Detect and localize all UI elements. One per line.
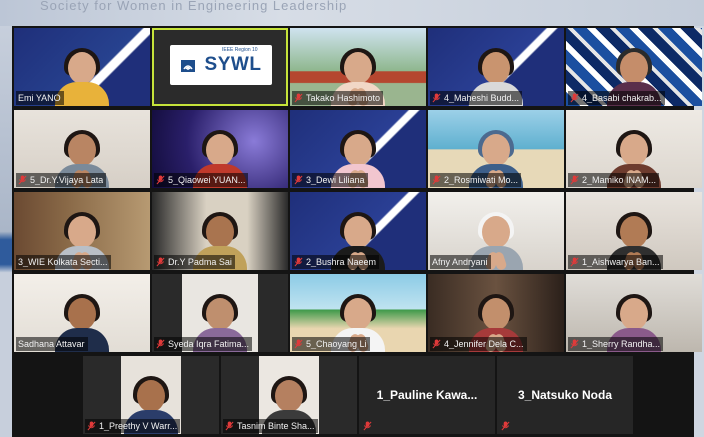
video-tile[interactable]: 2_Rosmiwati Mo... [428, 110, 564, 188]
participant-label: 4_Jennifer Dela C... [430, 337, 527, 351]
muted-mic-icon [432, 339, 441, 349]
participant-name: Dr.Y Padma Sai [168, 257, 232, 267]
participant-name: 4_Jennifer Dela C... [444, 339, 524, 349]
participant-label: 4_Basabi chakrab... [568, 91, 665, 105]
video-tile[interactable]: Sadhana Attavar [14, 274, 150, 352]
muted-mic-icon [156, 339, 165, 349]
video-tile[interactable]: 4_Basabi chakrab... [566, 28, 702, 106]
video-tile[interactable]: Takako Hashimoto [290, 28, 426, 106]
participant-label [361, 419, 378, 433]
participant-name: Afny Andryani [432, 257, 488, 267]
participant-name-placeholder: 1_Pauline Kawa... [376, 388, 478, 402]
participant-name: 5_Dr.Y.Vijaya Lata [30, 175, 104, 185]
participant-name: 2_Bushra Naeem [306, 257, 377, 267]
video-tile[interactable]: 1_Preethy V Warr... [83, 356, 219, 434]
participant-label: Sadhana Attavar [16, 337, 88, 351]
participant-label: 3_Dewi Liliana [292, 173, 368, 187]
video-tile[interactable]: 3_Dewi Liliana [290, 110, 426, 188]
muted-mic-icon [156, 257, 165, 267]
video-tile[interactable]: 5_Dr.Y.Vijaya Lata [14, 110, 150, 188]
participant-name: 4_Maheshi Budd... [444, 93, 520, 103]
video-tile[interactable]: Emi YANO [14, 28, 150, 106]
sywl-logo: IEEE Region 10 SYWL [170, 45, 272, 85]
muted-mic-icon [432, 175, 441, 185]
muted-mic-icon [225, 421, 234, 431]
participant-name: Sadhana Attavar [18, 339, 85, 349]
participant-label: 5_Chaoyang Li [292, 337, 370, 351]
muted-mic-icon [501, 421, 510, 431]
participant-label: 1_Aishwarya Ban... [568, 255, 663, 269]
video-tile[interactable]: 1_Sherry Randha... [566, 274, 702, 352]
participant-label: 2_Mamiko INAM... [568, 173, 660, 187]
muted-mic-icon [432, 93, 441, 103]
muted-mic-icon [87, 421, 96, 431]
participant-name: 1_Preethy V Warr... [99, 421, 178, 431]
participant-label: 1_Sherry Randha... [568, 337, 664, 351]
video-tile-active-speaker[interactable]: IEEE Region 10 SYWL [152, 28, 288, 106]
participant-name: 3_WIE Kolkata Secti... [18, 257, 108, 267]
participant-label: Takako Hashimoto [292, 91, 384, 105]
participant-name: Syeda Iqra Fatima... [168, 339, 250, 349]
participant-name: 3_Dewi Liliana [306, 175, 365, 185]
muted-mic-icon [18, 175, 27, 185]
participant-label: 5_Qiaowei YUAN... [154, 173, 249, 187]
muted-mic-icon [294, 93, 303, 103]
video-tile[interactable]: 4_Jennifer Dela C... [428, 274, 564, 352]
muted-mic-icon [294, 175, 303, 185]
participant-label: Dr.Y Padma Sai [154, 255, 235, 269]
participant-name-placeholder: 3_Natsuko Noda [517, 388, 613, 402]
video-gallery: Emi YANO IEEE Region 10 SYWL Takako Hash… [12, 26, 702, 437]
video-tile[interactable]: 1_Aishwarya Ban... [566, 192, 702, 270]
muted-mic-icon [294, 339, 303, 349]
participant-name: 1_Sherry Randha... [582, 339, 661, 349]
wifi-logo-icon [180, 60, 195, 72]
background-banner-text: Society for Women in Engineering Leaders… [40, 0, 348, 13]
sywl-logo-subtext: IEEE Region 10 [222, 47, 258, 53]
video-tile[interactable]: Tasnim Binte Sha... [221, 356, 357, 434]
video-tile-camera-off[interactable]: 1_Pauline Kawa... [359, 356, 495, 434]
muted-mic-icon [570, 175, 579, 185]
participant-label: 3_WIE Kolkata Secti... [16, 255, 111, 269]
video-tile[interactable]: 2_Bushra Naeem [290, 192, 426, 270]
participant-label: 4_Maheshi Budd... [430, 91, 523, 105]
participant-name: Takako Hashimoto [306, 93, 381, 103]
video-tile[interactable]: Dr.Y Padma Sai [152, 192, 288, 270]
participant-label [499, 419, 516, 433]
video-tile[interactable]: 2_Mamiko INAM... [566, 110, 702, 188]
participant-name: Emi YANO [18, 93, 61, 103]
video-tile[interactable]: Syeda Iqra Fatima... [152, 274, 288, 352]
muted-mic-icon [570, 339, 579, 349]
video-tile[interactable]: 3_WIE Kolkata Secti... [14, 192, 150, 270]
participant-name: Tasnim Binte Sha... [237, 421, 315, 431]
sywl-logo-text: SYWL [204, 54, 262, 75]
video-tile[interactable]: Afny Andryani [428, 192, 564, 270]
muted-mic-icon [294, 257, 303, 267]
participant-name: 2_Rosmiwati Mo... [444, 175, 519, 185]
participant-name: 5_Qiaowei YUAN... [168, 175, 246, 185]
video-tile[interactable]: 5_Qiaowei YUAN... [152, 110, 288, 188]
muted-mic-icon [156, 175, 165, 185]
participant-label: 2_Rosmiwati Mo... [430, 173, 522, 187]
participant-name: 2_Mamiko INAM... [582, 175, 657, 185]
muted-mic-icon [363, 421, 372, 431]
video-tile-camera-off[interactable]: 3_Natsuko Noda [497, 356, 633, 434]
participant-name: 4_Basabi chakrab... [582, 93, 662, 103]
participant-name: 5_Chaoyang Li [306, 339, 367, 349]
participant-label: 2_Bushra Naeem [292, 255, 380, 269]
muted-mic-icon [570, 93, 579, 103]
muted-mic-icon [570, 257, 579, 267]
participant-name: 1_Aishwarya Ban... [582, 257, 660, 267]
video-tile[interactable]: 4_Maheshi Budd... [428, 28, 564, 106]
participant-label: 1_Preethy V Warr... [85, 419, 181, 433]
participant-label: Tasnim Binte Sha... [223, 419, 318, 433]
participant-label: Afny Andryani [430, 255, 491, 269]
participant-label: 5_Dr.Y.Vijaya Lata [16, 173, 107, 187]
participant-label: Syeda Iqra Fatima... [154, 337, 253, 351]
participant-label: Emi YANO [16, 91, 64, 105]
background-banner: Society for Women in Engineering Leaders… [0, 0, 704, 26]
video-tile[interactable]: 5_Chaoyang Li [290, 274, 426, 352]
background-left-edge [0, 26, 12, 437]
